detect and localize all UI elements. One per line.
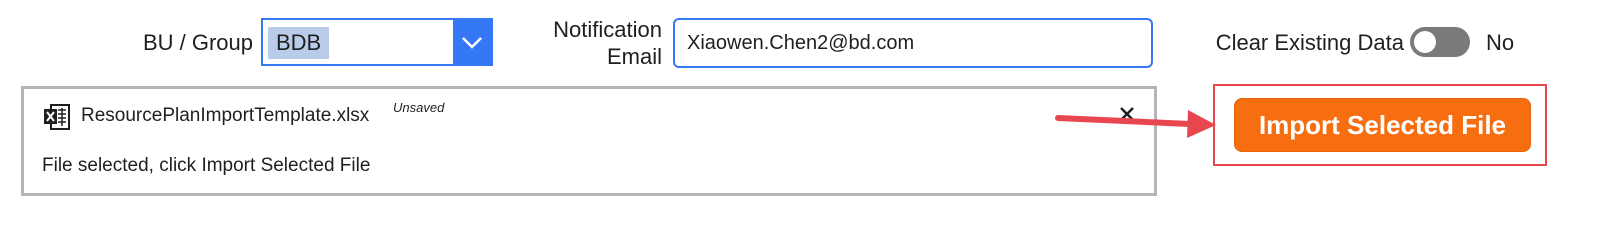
unsaved-badge: Unsaved: [393, 100, 445, 115]
bu-group-selected-value: BDB: [268, 27, 330, 59]
dropdown-toggle[interactable]: [453, 20, 491, 64]
annotation-arrow-icon: [1055, 110, 1216, 138]
attached-file-name: ResourcePlanImportTemplate.xlsx: [81, 105, 370, 126]
clear-existing-data-label: Clear Existing Data: [1215, 30, 1404, 55]
bu-group-dropdown[interactable]: BDB: [261, 18, 493, 66]
notification-label-line2: Email: [606, 44, 662, 69]
excel-file-icon: [44, 104, 70, 130]
attachment-panel: ResourcePlanImportTemplate.xlsx Unsaved …: [21, 86, 1157, 196]
clear-existing-data-toggle[interactable]: [1410, 27, 1470, 57]
toggle-state-text: No: [1486, 30, 1515, 55]
notification-email-input[interactable]: [673, 18, 1153, 68]
notification-email-label: Notification Email: [520, 16, 662, 70]
notification-label-line1: Notification: [553, 17, 662, 42]
toggle-knob: [1414, 31, 1436, 53]
chevron-down-icon: [462, 37, 482, 49]
file-status-message: File selected, click Import Selected Fil…: [42, 155, 371, 176]
import-selected-file-button[interactable]: Import Selected File: [1234, 98, 1531, 152]
bu-group-label: BU / Group: [142, 30, 253, 55]
